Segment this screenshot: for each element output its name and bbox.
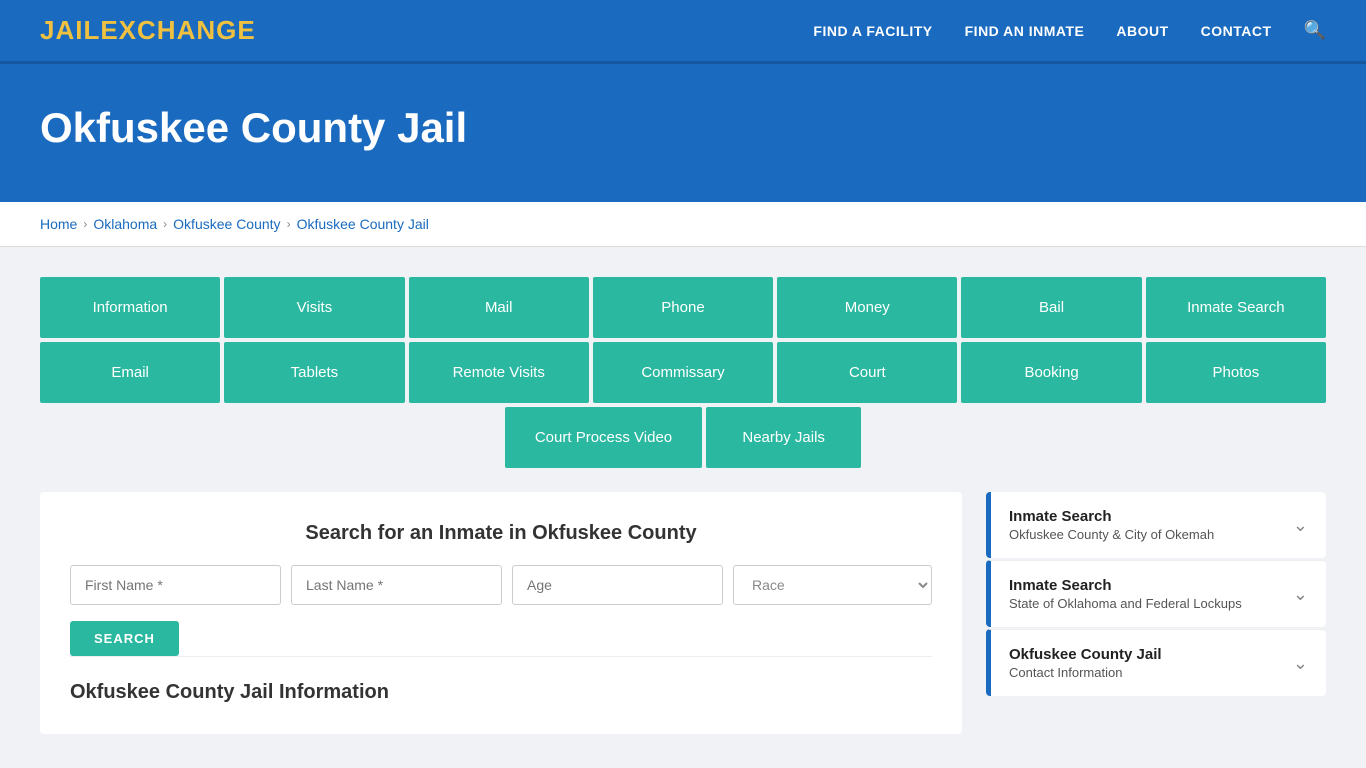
btn-tablets[interactable]: Tablets: [224, 342, 404, 403]
button-grid-row1: Information Visits Mail Phone Money Bail…: [40, 277, 1326, 338]
button-grid-row2: Email Tablets Remote Visits Commissary C…: [40, 342, 1326, 403]
btn-nearby-jails[interactable]: Nearby Jails: [706, 407, 861, 468]
sidebar: Inmate Search Okfuskee County & City of …: [986, 492, 1326, 698]
sidebar-card-contact-title: Okfuskee County Jail: [1009, 646, 1162, 663]
breadcrumb-jail[interactable]: Okfuskee County Jail: [297, 216, 429, 232]
last-name-input[interactable]: [291, 565, 502, 605]
page-title: Okfuskee County Jail: [40, 104, 1326, 152]
sidebar-card-state-subtitle: State of Oklahoma and Federal Lockups: [1009, 596, 1242, 611]
nav-contact[interactable]: CONTACT: [1201, 23, 1272, 39]
sidebar-card-county-subtitle: Okfuskee County & City of Okemah: [1009, 527, 1214, 542]
sidebar-card-contact: Okfuskee County Jail Contact Information…: [986, 629, 1326, 696]
content-row: Search for an Inmate in Okfuskee County …: [40, 492, 1326, 734]
nav-find-inmate[interactable]: FIND AN INMATE: [965, 23, 1085, 39]
btn-photos[interactable]: Photos: [1146, 342, 1326, 403]
logo-exchange: EXCHANGE: [100, 15, 255, 45]
btn-email[interactable]: Email: [40, 342, 220, 403]
btn-phone[interactable]: Phone: [593, 277, 773, 338]
chevron-down-icon: ⌄: [1293, 515, 1308, 536]
btn-information[interactable]: Information: [40, 277, 220, 338]
search-button[interactable]: SEARCH: [70, 621, 179, 656]
search-icon[interactable]: 🔍: [1304, 20, 1326, 41]
logo[interactable]: JAILEXCHANGE: [40, 15, 256, 46]
btn-visits[interactable]: Visits: [224, 277, 404, 338]
breadcrumb-oklahoma[interactable]: Oklahoma: [93, 216, 157, 232]
search-fields: Race White Black Hispanic Asian Other: [70, 565, 932, 605]
btn-commissary[interactable]: Commissary: [593, 342, 773, 403]
sidebar-card-state-header[interactable]: Inmate Search State of Oklahoma and Fede…: [991, 561, 1326, 627]
first-name-input[interactable]: [70, 565, 281, 605]
btn-booking[interactable]: Booking: [961, 342, 1141, 403]
breadcrumb-sep-1: ›: [83, 217, 87, 231]
breadcrumb-sep-3: ›: [287, 217, 291, 231]
breadcrumb: Home › Oklahoma › Okfuskee County › Okfu…: [40, 216, 1326, 232]
sidebar-card-contact-header[interactable]: Okfuskee County Jail Contact Information…: [991, 630, 1326, 696]
sidebar-card-county-header[interactable]: Inmate Search Okfuskee County & City of …: [991, 492, 1326, 558]
breadcrumb-home[interactable]: Home: [40, 216, 77, 232]
btn-money[interactable]: Money: [777, 277, 957, 338]
age-input[interactable]: [512, 565, 723, 605]
btn-inmate-search[interactable]: Inmate Search: [1146, 277, 1326, 338]
sidebar-card-county-text: Inmate Search Okfuskee County & City of …: [1009, 508, 1214, 542]
sidebar-card-state: Inmate Search State of Oklahoma and Fede…: [986, 560, 1326, 627]
sidebar-card-state-title: Inmate Search: [1009, 577, 1242, 594]
hero-section: Okfuskee County Jail: [0, 64, 1366, 202]
btn-remote-visits[interactable]: Remote Visits: [409, 342, 589, 403]
nav-find-facility[interactable]: FIND A FACILITY: [813, 23, 932, 39]
main-nav: FIND A FACILITY FIND AN INMATE ABOUT CON…: [813, 20, 1326, 41]
info-section: Okfuskee County Jail Information: [70, 656, 932, 704]
breadcrumb-bar: Home › Oklahoma › Okfuskee County › Okfu…: [0, 202, 1366, 247]
header: JAILEXCHANGE FIND A FACILITY FIND AN INM…: [0, 0, 1366, 64]
sidebar-card-contact-subtitle: Contact Information: [1009, 665, 1162, 680]
sidebar-card-county-title: Inmate Search: [1009, 508, 1214, 525]
logo-jail: JAIL: [40, 15, 100, 45]
button-grid-row3: Court Process Video Nearby Jails: [40, 407, 1326, 468]
sidebar-card-county: Inmate Search Okfuskee County & City of …: [986, 492, 1326, 558]
btn-court-process-video[interactable]: Court Process Video: [505, 407, 702, 468]
search-panel: Search for an Inmate in Okfuskee County …: [40, 492, 962, 734]
info-section-title: Okfuskee County Jail Information: [70, 681, 932, 704]
search-title: Search for an Inmate in Okfuskee County: [70, 522, 932, 545]
nav-about[interactable]: ABOUT: [1116, 23, 1168, 39]
sidebar-card-contact-text: Okfuskee County Jail Contact Information: [1009, 646, 1162, 680]
btn-bail[interactable]: Bail: [961, 277, 1141, 338]
main-content: Information Visits Mail Phone Money Bail…: [0, 247, 1366, 764]
breadcrumb-okfuskee-county[interactable]: Okfuskee County: [173, 216, 280, 232]
sidebar-card-state-text: Inmate Search State of Oklahoma and Fede…: [1009, 577, 1242, 611]
breadcrumb-sep-2: ›: [163, 217, 167, 231]
race-select[interactable]: Race White Black Hispanic Asian Other: [733, 565, 932, 605]
btn-mail[interactable]: Mail: [409, 277, 589, 338]
chevron-down-icon-3: ⌄: [1293, 653, 1308, 674]
btn-court[interactable]: Court: [777, 342, 957, 403]
chevron-down-icon-2: ⌄: [1293, 584, 1308, 605]
